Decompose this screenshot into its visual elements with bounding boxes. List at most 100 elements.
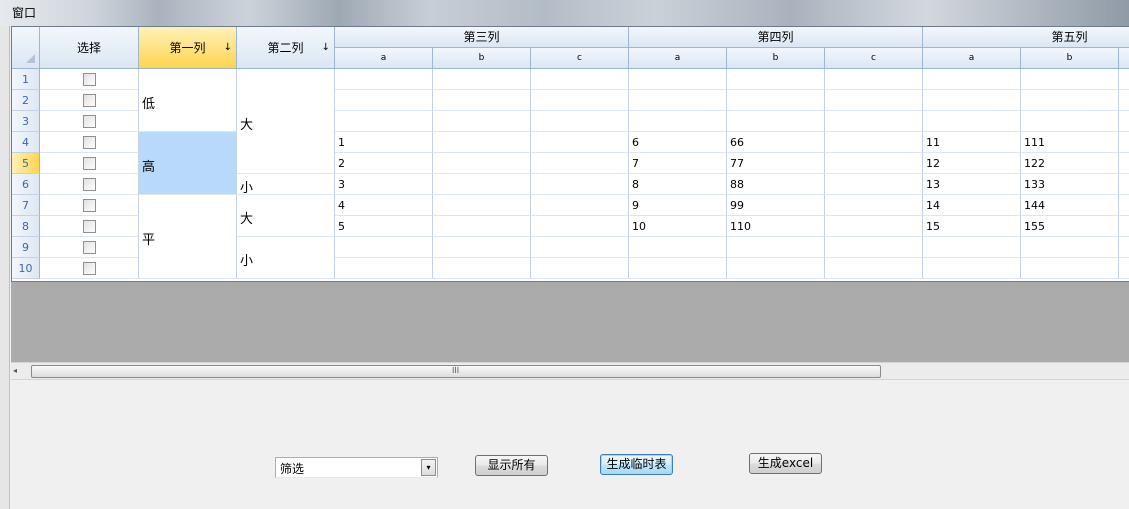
data-cell[interactable] [629, 174, 727, 195]
col1-merged-cell[interactable]: 平 [139, 195, 237, 279]
data-grid[interactable]: 选择 第一列 ↓ 第二列 ↓ 第三列 第四列 第五列 a b c a b c a b 1 2 3 4 5 6 7 8 9 10 低高… [11, 26, 1129, 282]
data-cell[interactable] [825, 90, 923, 111]
row-checkbox[interactable] [83, 199, 96, 212]
data-cell[interactable] [531, 195, 629, 216]
data-cell[interactable] [433, 132, 531, 153]
show-all-button[interactable]: 显示所有 [475, 455, 548, 476]
data-cell[interactable] [825, 174, 923, 195]
row-header[interactable]: 7 [12, 195, 40, 216]
data-cell[interactable] [629, 69, 727, 90]
row-header[interactable]: 3 [12, 111, 40, 132]
generate-temp-table-button[interactable]: 生成临时表 [600, 454, 673, 475]
data-cell[interactable] [433, 216, 531, 237]
data-cell[interactable] [335, 153, 433, 174]
row-checkbox[interactable] [83, 262, 96, 275]
dropdown-arrow-icon[interactable]: ▾ [421, 459, 436, 476]
row-checkbox[interactable] [83, 115, 96, 128]
horizontal-scrollbar[interactable]: ◂ III [11, 362, 1129, 380]
data-cell[interactable] [629, 153, 727, 174]
row-header[interactable]: 1 [12, 69, 40, 90]
data-cell[interactable] [433, 258, 531, 279]
header-sub-a[interactable]: a [923, 48, 1021, 69]
row-checkbox[interactable] [83, 136, 96, 149]
data-cell[interactable] [335, 90, 433, 111]
data-cell[interactable] [531, 111, 629, 132]
data-cell[interactable] [727, 90, 825, 111]
data-cell[interactable] [1119, 237, 1129, 258]
row-checkbox[interactable] [83, 220, 96, 233]
header-group-5[interactable]: 第五列 [923, 27, 1129, 48]
data-cell[interactable] [1119, 111, 1129, 132]
row-header[interactable]: 4 [12, 132, 40, 153]
data-cell[interactable] [433, 237, 531, 258]
data-cell[interactable] [825, 237, 923, 258]
data-cell[interactable] [1021, 237, 1119, 258]
header-sub-a[interactable]: a [335, 48, 433, 69]
header-sub-c[interactable]: c [825, 48, 923, 69]
data-cell[interactable] [335, 258, 433, 279]
data-cell[interactable] [335, 132, 433, 153]
data-cell[interactable] [1119, 174, 1129, 195]
data-cell[interactable] [433, 195, 531, 216]
data-cell[interactable] [629, 258, 727, 279]
data-cell[interactable] [1119, 90, 1129, 111]
row-header[interactable]: 10 [12, 258, 40, 279]
scroll-left-arrow-icon[interactable]: ◂ [13, 366, 27, 378]
col2-merged-cell[interactable]: 小 [237, 174, 335, 196]
data-cell[interactable] [1021, 258, 1119, 279]
data-cell[interactable] [1119, 216, 1129, 237]
header-sub-a[interactable]: a [629, 48, 727, 69]
data-cell[interactable] [923, 69, 1021, 90]
data-cell[interactable] [531, 132, 629, 153]
header-select[interactable]: 选择 [40, 27, 139, 69]
data-cell[interactable] [629, 195, 727, 216]
data-cell[interactable] [727, 111, 825, 132]
data-cell[interactable] [825, 258, 923, 279]
data-cell[interactable] [531, 237, 629, 258]
data-cell[interactable] [1021, 111, 1119, 132]
row-checkbox[interactable] [83, 73, 96, 86]
header-sub-b[interactable]: b [433, 48, 531, 69]
data-cell[interactable] [335, 111, 433, 132]
data-cell[interactable] [923, 111, 1021, 132]
data-cell[interactable] [335, 69, 433, 90]
generate-excel-button[interactable]: 生成excel [749, 453, 822, 474]
header-sub-b[interactable]: b [727, 48, 825, 69]
col1-merged-cell[interactable]: 高 [139, 132, 237, 195]
data-cell[interactable] [727, 237, 825, 258]
data-cell[interactable] [531, 174, 629, 195]
data-cell[interactable] [433, 69, 531, 90]
data-cell[interactable] [923, 90, 1021, 111]
data-cell[interactable] [629, 237, 727, 258]
col2-merged-cell[interactable]: 大 [237, 69, 335, 174]
row-checkbox[interactable] [83, 241, 96, 254]
data-cell[interactable] [433, 174, 531, 195]
data-cell[interactable] [335, 237, 433, 258]
data-cell[interactable] [433, 111, 531, 132]
row-checkbox[interactable] [83, 94, 96, 107]
data-cell[interactable] [825, 195, 923, 216]
row-header[interactable]: 8 [12, 216, 40, 237]
col1-merged-cell[interactable]: 低 [139, 69, 237, 132]
filter-combobox[interactable]: 筛选 ▾ [275, 457, 438, 478]
row-header[interactable]: 5 [12, 153, 40, 174]
row-header[interactable]: 9 [12, 237, 40, 258]
data-cell[interactable] [335, 216, 433, 237]
data-cell[interactable] [1119, 195, 1129, 216]
data-cell[interactable] [825, 69, 923, 90]
header-col1[interactable]: 第一列 ↓ [139, 27, 237, 69]
header-sub-c[interactable]: c [531, 48, 629, 69]
data-cell[interactable] [727, 69, 825, 90]
header-group-4[interactable]: 第四列 [629, 27, 923, 48]
data-cell[interactable] [629, 132, 727, 153]
data-cell[interactable] [531, 258, 629, 279]
header-group-3[interactable]: 第三列 [335, 27, 629, 48]
data-cell[interactable] [335, 174, 433, 195]
data-cell[interactable] [531, 69, 629, 90]
data-cell[interactable] [923, 258, 1021, 279]
select-all-corner[interactable] [12, 27, 40, 69]
data-cell[interactable] [1119, 153, 1129, 174]
col2-merged-cell[interactable]: 小 [237, 237, 335, 279]
data-cell[interactable] [531, 216, 629, 237]
row-header[interactable]: 6 [12, 174, 40, 195]
